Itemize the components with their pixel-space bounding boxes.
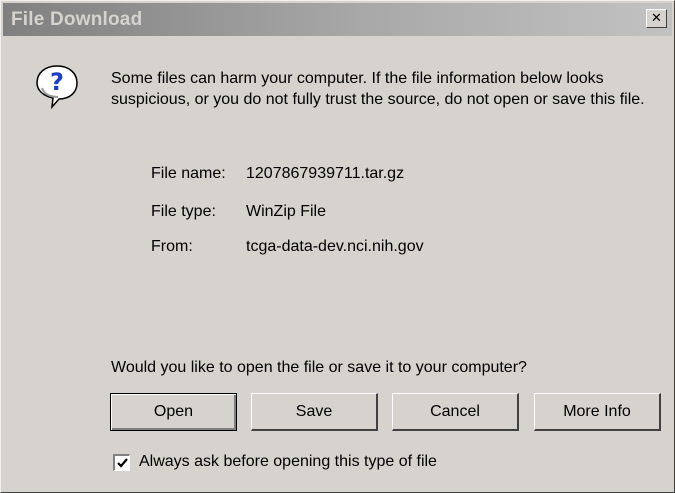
cancel-button[interactable]: Cancel (392, 393, 519, 431)
file-name-row: File name: 1207867939711.tar.gz (151, 164, 404, 184)
more-info-button-label: More Info (563, 402, 631, 420)
file-type-label: File type: (151, 203, 216, 220)
question-prompt: Would you like to open the file or save … (111, 359, 527, 376)
open-button[interactable]: Open (110, 393, 237, 431)
file-name-label: File name: (151, 165, 226, 182)
question-mark-glyph: ? (50, 68, 64, 96)
close-button[interactable]: ✕ (646, 9, 667, 28)
file-type-value: WinZip File (246, 203, 327, 220)
file-from-value: tcga-data-dev.nci.nih.gov (246, 238, 424, 255)
always-ask-label[interactable]: Always ask before opening this type of f… (139, 452, 437, 472)
dialog-title: File Download (11, 9, 143, 30)
always-ask-option: Always ask before opening this type of f… (113, 452, 437, 472)
more-info-button[interactable]: More Info (534, 393, 661, 431)
always-ask-checkbox[interactable] (113, 453, 130, 471)
file-from-label: From: (151, 238, 193, 255)
save-button-label: Save (295, 402, 333, 420)
title-bar[interactable]: File Download ✕ (3, 3, 672, 36)
file-from-row: From: tcga-data-dev.nci.nih.gov (151, 237, 424, 257)
file-type-row: File type: WinZip File (151, 202, 326, 222)
question-icon: ? (36, 65, 78, 109)
file-download-dialog: File Download ✕ ? Some files can harm yo… (0, 0, 675, 493)
open-button-label: Open (153, 403, 194, 420)
file-name-value: 1207867939711.tar.gz (246, 165, 405, 182)
warning-message: Some files can harm your computer. If th… (111, 70, 645, 108)
save-button[interactable]: Save (251, 393, 378, 431)
cancel-button-label: Cancel (430, 402, 480, 420)
checkmark-icon (116, 457, 128, 468)
close-icon: ✕ (651, 11, 662, 26)
